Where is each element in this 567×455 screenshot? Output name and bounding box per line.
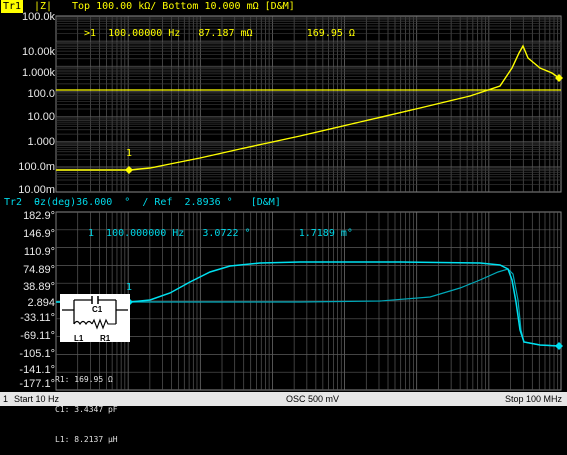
trace2-marker-readout: 1 100.000000 Hz 3.0722 ° 1.7189 m° (88, 228, 353, 239)
trace2-y-label: 2.894 (27, 297, 55, 309)
trace2-scale[interactable]: θz(deg)36.000 ° / Ref 2.8936 ° [D&M] (34, 196, 281, 209)
circuit-c-label: C1 (92, 305, 103, 314)
circuit-l-label: L1 (74, 334, 84, 343)
trace1-marker-label: 1 (126, 148, 133, 159)
status-stop[interactable]: Stop 100 MHz (505, 392, 562, 406)
trace2-y-label: -105.1° (19, 348, 55, 360)
status-osc[interactable]: OSC 500 mV (286, 392, 339, 406)
trace2-y-label: -177.1° (19, 378, 55, 390)
trace2-header: Tr2 θz(deg)36.000 ° / Ref 2.8936 ° [D&M] (0, 196, 567, 210)
trace2-y-label: 146.9° (23, 228, 55, 240)
status-channel[interactable]: 1 (3, 392, 8, 406)
trace2-y-label: 182.9° (23, 210, 55, 222)
trace1-marker-readout: >1 100.00000 Hz 87.187 mΩ 169.95 Ω (84, 28, 355, 39)
trace2-tab[interactable]: Tr2 (4, 196, 22, 209)
trace2-y-label: 38.89° (23, 281, 55, 293)
trace2-marker-label: 1 (126, 282, 133, 293)
trace2-y-label: -33.11° (20, 312, 55, 324)
circuit-value-c1: C1: 3.4347 pF (55, 405, 118, 414)
trace2-y-label: 74.89° (23, 264, 55, 276)
trace2-y-label: 110.9° (23, 246, 55, 258)
circuit-value-r1: R1: 169.95 Ω (55, 375, 113, 384)
status-start[interactable]: Start 10 Hz (14, 392, 59, 406)
equivalent-circuit-diagram (60, 294, 130, 342)
status-bar: 1 Start 10 Hz OSC 500 mV Stop 100 MHz (0, 392, 567, 406)
circuit-r-label: R1 (100, 334, 111, 343)
circuit-value-l1: L1: 8.2137 µH (55, 435, 118, 444)
trace2-y-label: -69.11° (20, 330, 55, 342)
trace2-y-label: -141.1° (19, 364, 55, 376)
